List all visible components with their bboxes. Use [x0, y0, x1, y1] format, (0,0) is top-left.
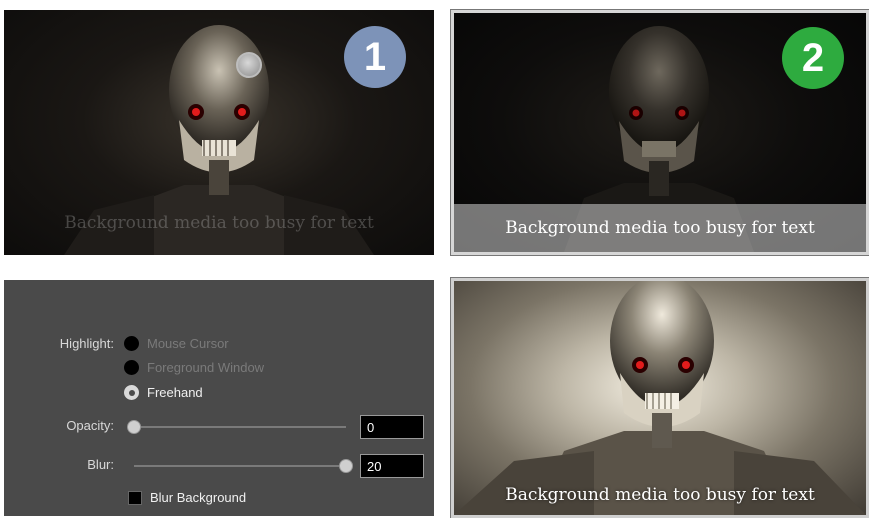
- foreground-window-option-label: Foreground Window: [147, 360, 265, 375]
- step-2-badge: 2: [782, 27, 844, 89]
- robot-image: [454, 281, 866, 515]
- cursor-highlight-icon: [236, 52, 262, 78]
- freehand-option-label: Freehand: [147, 385, 203, 400]
- highlight-row: Highlight: Mouse Cursor: [4, 336, 229, 351]
- caption-text: Background media too busy for text: [505, 485, 815, 505]
- opacity-slider-knob[interactable]: [127, 420, 141, 434]
- mouse-cursor-option-label: Mouse Cursor: [147, 336, 229, 351]
- opacity-value-field[interactable]: 0: [360, 415, 424, 439]
- caption-text: Background media too busy for text: [505, 218, 815, 238]
- blur-slider-knob[interactable]: [339, 459, 353, 473]
- example-busy-background: 1 Background media too busy for text: [4, 10, 434, 255]
- blur-slider-track[interactable]: [134, 465, 346, 467]
- opacity-label: Opacity:: [66, 418, 114, 433]
- opacity-slider-track[interactable]: [134, 426, 346, 428]
- blur-row: Blur:: [4, 457, 114, 472]
- freehand-radio[interactable]: [124, 385, 139, 400]
- blur-background-label: Blur Background: [150, 490, 247, 505]
- foreground-window-row: Foreground Window: [4, 360, 264, 375]
- step-1-badge: 1: [344, 26, 406, 88]
- freehand-row: Freehand: [4, 385, 203, 400]
- blur-background-checkbox[interactable]: [128, 490, 142, 505]
- blur-background-row: Blur Background: [4, 490, 246, 505]
- opacity-row: Opacity:: [4, 418, 114, 433]
- foreground-window-radio[interactable]: [124, 360, 139, 375]
- blur-label: Blur:: [87, 457, 114, 472]
- mouse-cursor-radio[interactable]: [124, 336, 139, 351]
- example-blurred-background: Background media too busy for text: [450, 277, 869, 518]
- example-caption-bar: 2 Background media too busy for text: [450, 9, 869, 256]
- highlight-settings-panel: Highlight: Mouse Cursor Foreground Windo…: [4, 280, 434, 516]
- caption-text: Background media too busy for text: [64, 213, 374, 233]
- highlight-label: Highlight:: [59, 336, 114, 351]
- blur-value-field[interactable]: 20: [360, 454, 424, 478]
